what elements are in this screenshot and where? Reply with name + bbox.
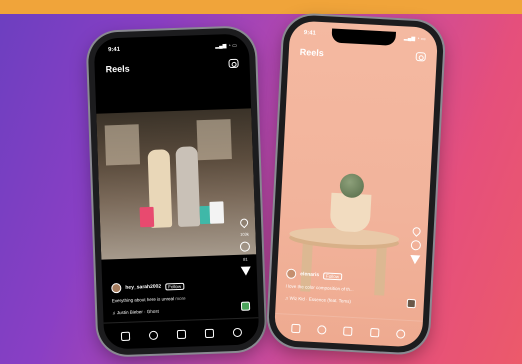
send-icon[interactable] [240, 266, 251, 276]
caption-text: Everything about here is unreal [111, 296, 175, 304]
follow-button[interactable]: Follow [322, 271, 343, 280]
table-leg [374, 245, 387, 296]
send-icon[interactable] [409, 254, 421, 265]
follow-button[interactable]: Follow [165, 282, 185, 290]
reels-icon[interactable] [176, 329, 187, 340]
storefront-window [196, 119, 232, 161]
music-text: Wiz Kid · Essence (feat. Tems) [289, 295, 352, 304]
reel-actions [409, 225, 423, 265]
music-label[interactable]: ♫ Wiz Kid · Essence (feat. Tems) [285, 295, 351, 303]
plant-pot [329, 192, 372, 233]
audio-thumbnail[interactable] [240, 301, 251, 311]
camera-icon[interactable] [228, 58, 239, 69]
comment-count: 81 [243, 256, 248, 262]
home-icon[interactable] [121, 331, 131, 342]
phone-left-screen: 9:41 ▂▄▆ ◔ ▭ Reels 103k 81 hey_sarah2002… [93, 33, 260, 350]
heart-icon[interactable] [410, 225, 423, 237]
profile-icon[interactable] [232, 327, 242, 338]
phone-right: 9:41 ▂▄▆ ◔ ▭ Reels elenaris Follow I lov… [267, 14, 445, 354]
page-title: Reels [299, 46, 325, 59]
profile-icon[interactable] [396, 329, 406, 339]
phone-left: 9:41 ▂▄▆ ◔ ▭ Reels 103k 81 hey_sarah2002… [87, 27, 266, 356]
status-time: 9:41 [303, 30, 316, 37]
reel-actions: 103k 81 [238, 217, 251, 276]
username[interactable]: hey_sarah2002 [125, 284, 161, 291]
comment-icon[interactable] [410, 239, 422, 251]
bottom-nav [104, 327, 259, 342]
caption: Everything about here is unreal more [112, 296, 186, 304]
phone-right-screen: 9:41 ▂▄▆ ◔ ▭ Reels elenaris Follow I lov… [273, 20, 439, 348]
shopping-bag [139, 206, 155, 228]
notch [139, 40, 204, 58]
more-link[interactable]: more [175, 296, 185, 301]
notch [331, 28, 397, 46]
reels-icon[interactable] [343, 326, 353, 337]
nav-divider [275, 312, 423, 322]
search-icon[interactable] [149, 330, 159, 341]
shop-icon[interactable] [369, 327, 380, 338]
camera-icon[interactable] [415, 51, 426, 62]
comment-icon[interactable] [239, 241, 251, 252]
author-row: hey_sarah2002 Follow [111, 281, 185, 294]
shopping-bag [209, 201, 225, 224]
page-title: Reels [105, 63, 130, 75]
status-icons: ▂▄▆ ◔ ▭ [215, 42, 238, 50]
reel-video[interactable] [96, 108, 257, 260]
music-label[interactable]: ♫ Justin Bieber · Ghost [112, 309, 159, 316]
avatar[interactable] [111, 282, 122, 294]
shop-icon[interactable] [204, 328, 214, 339]
avatar[interactable] [285, 268, 297, 279]
status-time: 9:41 [107, 46, 121, 54]
person-figure [175, 146, 201, 227]
search-icon[interactable] [317, 325, 327, 335]
top-banner [0, 0, 522, 14]
nav-divider [103, 317, 259, 324]
bottom-nav [274, 323, 422, 340]
like-count: 103k [240, 231, 249, 237]
heart-icon[interactable] [238, 217, 250, 229]
status-icons: ▂▄▆ ◔ ▭ [403, 35, 426, 43]
home-icon[interactable] [290, 323, 301, 334]
audio-thumbnail[interactable] [406, 298, 417, 309]
username[interactable]: elenaris [300, 271, 319, 278]
storefront-window [104, 124, 141, 166]
music-text: Justin Bieber · Ghost [116, 308, 159, 316]
